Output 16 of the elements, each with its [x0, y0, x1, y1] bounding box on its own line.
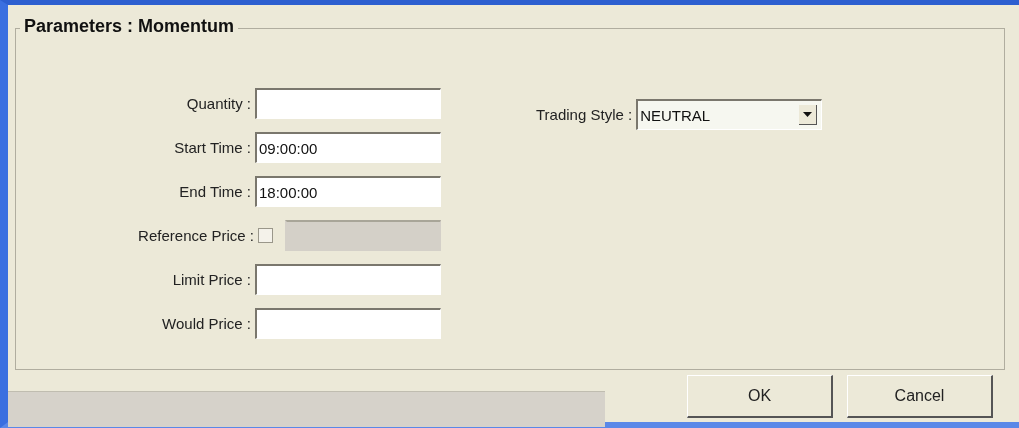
input-field[interactable] [255, 264, 441, 295]
input-field[interactable]: 18:00:00 [255, 176, 441, 207]
field-label: Start Time : [174, 139, 251, 156]
input-field[interactable] [255, 88, 441, 119]
caret-icon [799, 105, 818, 125]
field-label: Would Price : [162, 315, 251, 332]
field-label: Limit Price : [172, 271, 251, 288]
field-label: Reference Price : [138, 227, 254, 244]
field-label: End Time : [179, 183, 251, 200]
dialog-button[interactable]: OK [687, 375, 833, 418]
dialog-button[interactable]: Cancel [847, 375, 993, 418]
dropdown[interactable]: NEUTRAL [636, 99, 823, 130]
field-label: Quantity : [186, 95, 251, 112]
input-field[interactable]: 09:00:00 [255, 132, 441, 163]
field-label: Trading Style : [536, 106, 633, 123]
input-field[interactable] [255, 308, 441, 339]
